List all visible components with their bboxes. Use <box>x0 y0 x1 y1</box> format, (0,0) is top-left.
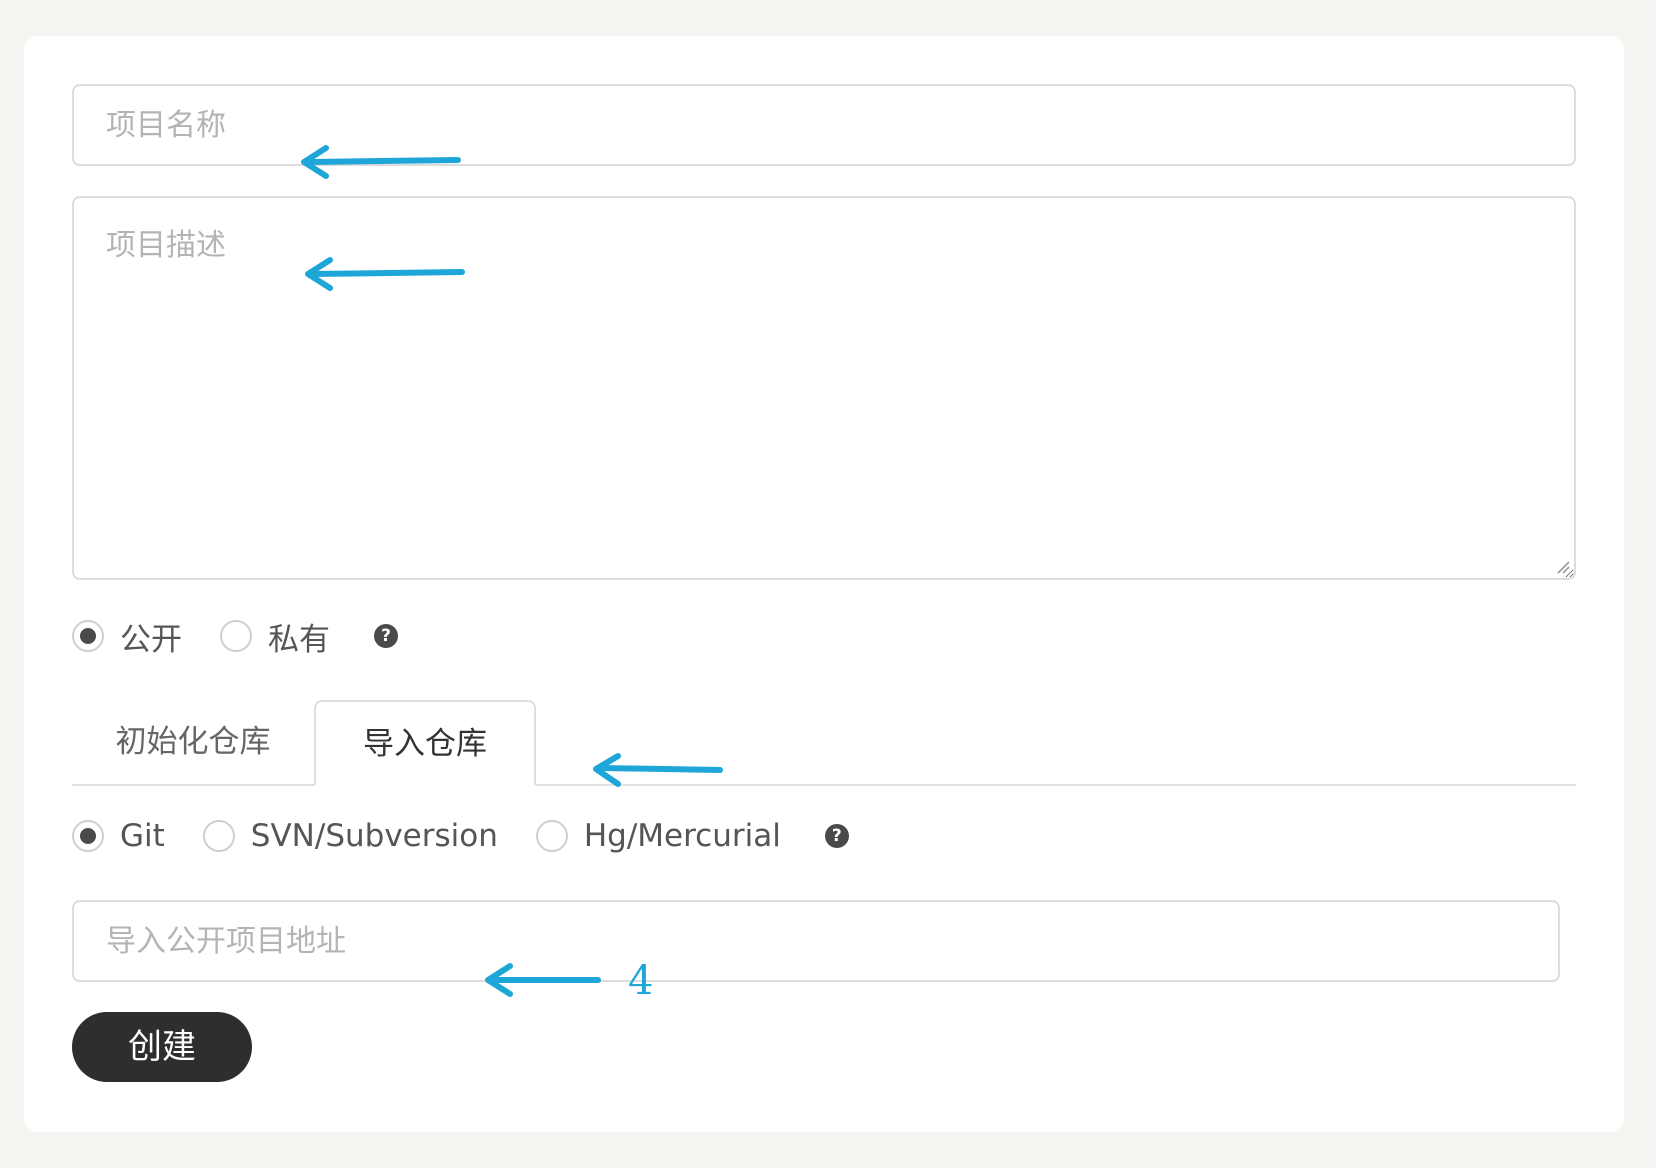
project-description-textarea[interactable] <box>72 196 1576 580</box>
vcs-option-svn[interactable]: SVN/Subversion <box>202 818 498 854</box>
tab-import-repository[interactable]: 导入仓库 <box>314 700 536 786</box>
project-form-card: 公开 私有 ? 初始化仓库 导入仓库 Git SVN/Subversion Hg… <box>24 36 1624 1132</box>
resize-grip-icon[interactable] <box>1556 560 1570 574</box>
radio-button-checked[interactable] <box>72 820 104 852</box>
question-circle-icon[interactable]: ? <box>374 624 398 648</box>
vcs-radio-group: Git SVN/Subversion Hg/Mercurial ? <box>72 814 849 858</box>
visibility-option-public[interactable]: 公开 <box>72 614 182 659</box>
radio-label: Hg/Mercurial <box>583 818 781 854</box>
vcs-option-hg[interactable]: Hg/Mercurial <box>535 818 781 854</box>
vcs-option-git[interactable]: Git <box>72 818 165 854</box>
radio-button[interactable] <box>202 820 235 852</box>
annotation-arrow-icon <box>593 753 723 787</box>
annotation-arrow-icon <box>485 963 601 997</box>
create-button[interactable]: 创建 <box>72 1012 252 1082</box>
radio-label: Git <box>120 818 165 854</box>
tab-init-repository[interactable]: 初始化仓库 <box>72 700 314 786</box>
annotation-arrow-icon <box>301 145 461 179</box>
visibility-radio-group: 公开 私有 ? <box>72 614 398 658</box>
question-circle-icon[interactable]: ? <box>824 824 849 848</box>
tabs-divider <box>72 784 1576 786</box>
radio-label: SVN/Subversion <box>250 818 498 854</box>
visibility-option-private[interactable]: 私有 <box>220 614 330 659</box>
radio-label: 私有 <box>268 621 330 658</box>
import-url-input[interactable] <box>72 900 1560 982</box>
annotation-arrow-icon <box>305 257 465 291</box>
radio-button[interactable] <box>220 620 252 652</box>
annotation-number: 4 <box>628 958 654 1004</box>
radio-label: 公开 <box>120 621 182 658</box>
radio-button[interactable] <box>535 820 568 852</box>
radio-button-checked[interactable] <box>72 620 104 652</box>
